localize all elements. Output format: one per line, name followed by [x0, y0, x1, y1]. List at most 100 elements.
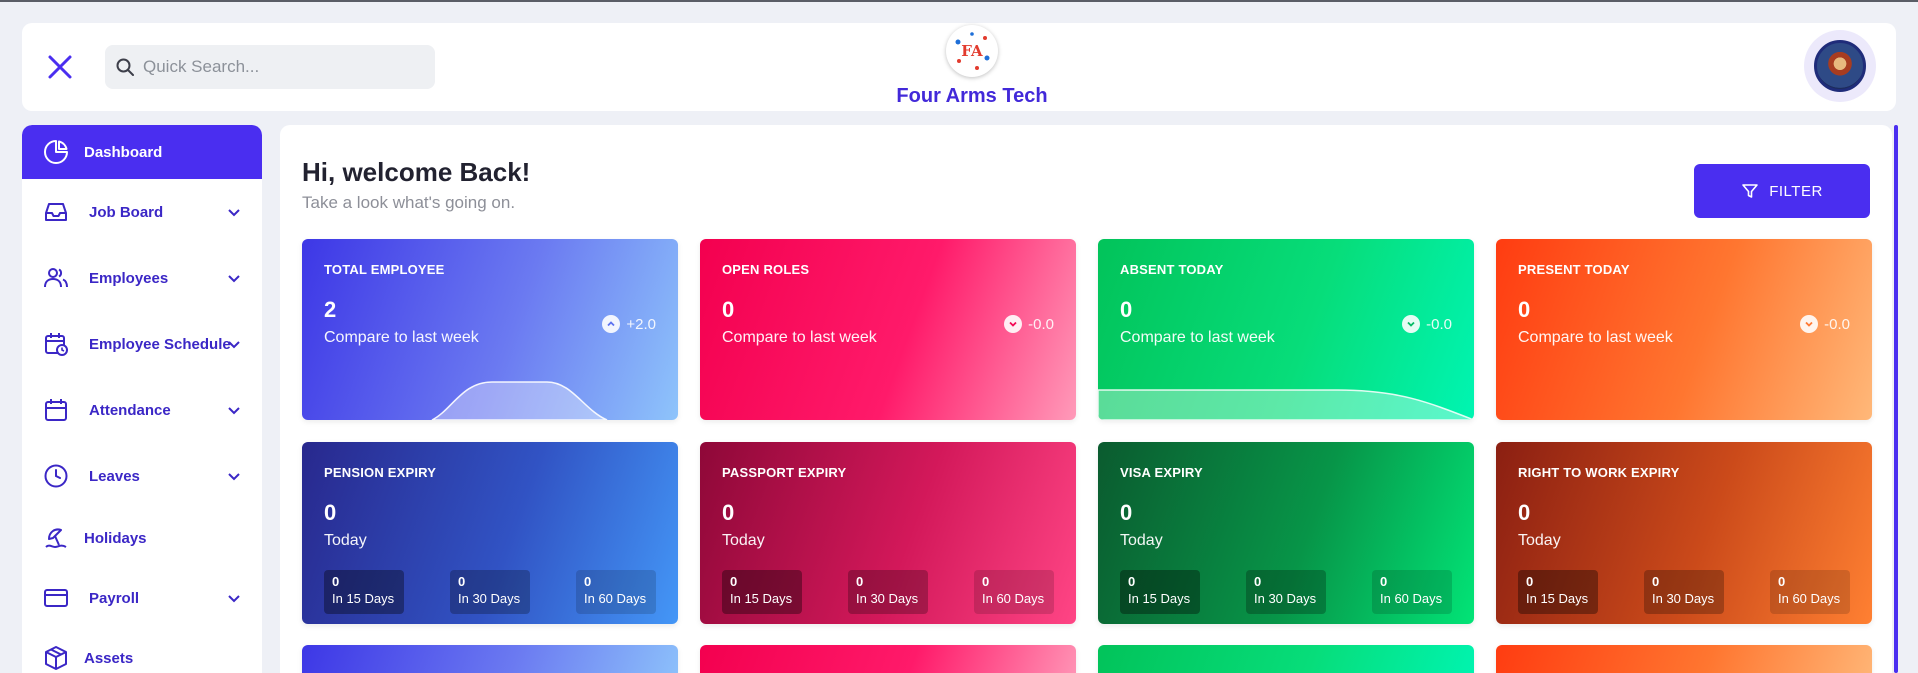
- card-title: TOTAL EMPLOYEE: [324, 262, 445, 277]
- period-30-days[interactable]: 0 In 30 Days: [1644, 570, 1724, 614]
- card-subtitle: Compare to last week: [1518, 329, 1673, 346]
- sidebar-item-payroll[interactable]: Payroll: [22, 573, 262, 623]
- sidebar-item-employees[interactable]: Employees: [22, 253, 262, 303]
- trend-down-icon: [1402, 315, 1421, 333]
- card-partial[interactable]: [1098, 645, 1474, 673]
- period-15-days[interactable]: 0 In 15 Days: [722, 570, 802, 614]
- card-partial[interactable]: [1496, 645, 1872, 673]
- period-15-days[interactable]: 0 In 15 Days: [324, 570, 404, 614]
- period-60-days[interactable]: 0 In 60 Days: [576, 570, 656, 614]
- period-value: 0: [332, 574, 340, 589]
- period-label: In 60 Days: [1778, 591, 1841, 606]
- close-icon: [48, 55, 72, 79]
- logo-icon: FA: [952, 31, 992, 71]
- card-title: RIGHT TO WORK EXPIRY: [1518, 465, 1680, 480]
- sidebar-item-label: Attendance: [89, 401, 171, 419]
- period-label: In 30 Days: [1254, 591, 1317, 606]
- chevron-down-icon: [228, 595, 240, 603]
- chevron-down-icon: [228, 209, 240, 217]
- card-value: 0: [324, 500, 337, 525]
- period-15-days[interactable]: 0 In 15 Days: [1518, 570, 1598, 614]
- period-label: In 15 Days: [1128, 591, 1191, 606]
- period-label: In 30 Days: [856, 591, 919, 606]
- stat-card-absent-today[interactable]: ABSENT TODAY 0 Compare to last week -0.0: [1098, 239, 1474, 420]
- sidebar-item-label: Employee Schedule: [89, 335, 231, 353]
- period-label: In 15 Days: [730, 591, 793, 606]
- card-subtitle: Today: [1518, 532, 1561, 549]
- card-value: 0: [722, 297, 735, 322]
- expiry-card-pension[interactable]: PENSION EXPIRY 0 Today 0 In 15 Days 0 In 3…: [302, 442, 678, 624]
- filter-button[interactable]: FILTER: [1694, 164, 1870, 218]
- period-60-days[interactable]: 0 In 60 Days: [974, 570, 1054, 614]
- main-content: Hi, welcome Back! Take a look what's goi…: [280, 125, 1892, 673]
- sidebar-item-label: Payroll: [89, 589, 140, 607]
- card-value: 0: [1518, 500, 1531, 525]
- period-value: 0: [1254, 574, 1262, 589]
- period-label: In 30 Days: [1652, 591, 1715, 606]
- sidebar-item-label: Holidays: [84, 529, 147, 547]
- trend-up-icon: [602, 315, 621, 333]
- sidebar-item-job-board[interactable]: Job Board: [22, 187, 262, 237]
- brand-name[interactable]: Four Arms Tech: [877, 85, 1067, 108]
- card-title: PRESENT TODAY: [1518, 262, 1630, 277]
- trend-indicator: -0.0: [1004, 315, 1054, 333]
- period-value: 0: [856, 574, 864, 589]
- sparkline-wave: [431, 381, 608, 420]
- sidebar-item-label: Leaves: [89, 467, 140, 485]
- period-label: In 15 Days: [1526, 591, 1589, 606]
- sidebar: Dashboard Job Board Employees Employee S…: [22, 125, 262, 673]
- chevron-down-icon: [228, 341, 240, 349]
- chevron-down-icon: [228, 407, 240, 415]
- close-menu-button[interactable]: [42, 45, 78, 89]
- sidebar-item-leaves[interactable]: Leaves: [22, 451, 262, 501]
- trend-indicator: -0.0: [1402, 315, 1452, 333]
- card-title: OPEN ROLES: [722, 262, 810, 277]
- sidebar-item-dashboard[interactable]: Dashboard: [22, 125, 262, 179]
- expiry-card-right-to-work[interactable]: RIGHT TO WORK EXPIRY 0 Today 0 In 15 Days…: [1496, 442, 1872, 624]
- sidebar-item-attendance[interactable]: Attendance: [22, 385, 262, 435]
- period-label: In 60 Days: [584, 591, 647, 606]
- calendar-icon: [42, 396, 70, 424]
- card-partial[interactable]: [700, 645, 1076, 673]
- page-title: Hi, welcome Back!: [302, 157, 531, 187]
- sidebar-item-holidays[interactable]: Holidays: [22, 513, 262, 563]
- period-label: In 15 Days: [332, 591, 395, 606]
- period-30-days[interactable]: 0 In 30 Days: [848, 570, 928, 614]
- top-header: FA Four Arms Tech: [22, 23, 1896, 111]
- search-input[interactable]: [143, 57, 413, 77]
- stat-card-open-roles[interactable]: OPEN ROLES 0 Compare to last week -0.0: [700, 239, 1076, 420]
- main-scrollbar[interactable]: [1894, 125, 1898, 673]
- sidebar-item-assets[interactable]: Assets: [22, 633, 262, 673]
- stat-card-total-employee[interactable]: TOTAL EMPLOYEE 2 Compare to last week +2…: [302, 239, 678, 420]
- card-subtitle: Today: [722, 532, 765, 549]
- quick-search[interactable]: [105, 45, 435, 89]
- sidebar-item-label: Dashboard: [84, 143, 163, 161]
- card-subtitle: Today: [324, 532, 367, 549]
- credit-card-icon: [42, 584, 70, 612]
- pie-chart-icon: [42, 138, 70, 166]
- filter-label: FILTER: [1769, 182, 1823, 200]
- stat-card-present-today[interactable]: PRESENT TODAY 0 Compare to last week -0.…: [1496, 239, 1872, 420]
- window-top-border: [0, 0, 1918, 2]
- expiry-card-visa[interactable]: VISA EXPIRY 0 Today 0 In 15 Days 0 In 30 D…: [1098, 442, 1474, 624]
- user-avatar-button[interactable]: [1804, 30, 1876, 102]
- trend-indicator: -0.0: [1800, 315, 1850, 333]
- card-partial[interactable]: [302, 645, 678, 673]
- period-15-days[interactable]: 0 In 15 Days: [1120, 570, 1200, 614]
- period-value: 0: [1778, 574, 1786, 589]
- period-30-days[interactable]: 0 In 30 Days: [1246, 570, 1326, 614]
- sidebar-item-employee-schedule[interactable]: Employee Schedule: [22, 319, 262, 369]
- period-60-days[interactable]: 0 In 60 Days: [1372, 570, 1452, 614]
- trend-value: -0.0: [1426, 315, 1452, 333]
- period-30-days[interactable]: 0 In 30 Days: [450, 570, 530, 614]
- search-icon: [116, 58, 134, 76]
- card-title: PENSION EXPIRY: [324, 465, 437, 480]
- card-value: 0: [1120, 500, 1133, 525]
- brand[interactable]: FA Four Arms Tech: [877, 25, 1067, 108]
- trend-down-icon: [1004, 315, 1023, 333]
- period-value: 0: [982, 574, 990, 589]
- card-value: 0: [722, 500, 735, 525]
- period-60-days[interactable]: 0 In 60 Days: [1770, 570, 1850, 614]
- avatar: [1814, 40, 1866, 92]
- expiry-card-passport[interactable]: PASSPORT EXPIRY 0 Today 0 In 15 Days 0 In …: [700, 442, 1076, 624]
